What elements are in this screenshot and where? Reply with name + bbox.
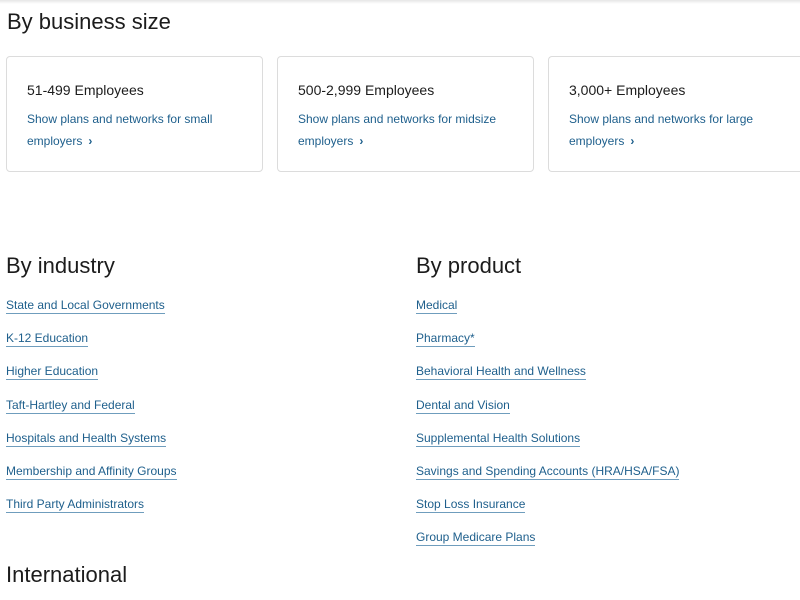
card-link-text[interactable]: Show plans and networks for small employ… [27,112,212,148]
midsize-employers-card[interactable]: 500-2,999 Employees Show plans and netwo… [277,56,534,172]
card-link-text[interactable]: Show plans and networks for large employ… [569,112,753,148]
product-link-group-medicare-plans[interactable]: Group Medicare Plans [416,530,536,547]
list-item: Medical [416,297,679,330]
card-title: 3,000+ Employees [569,82,686,98]
list-item: Stop Loss Insurance [416,496,679,529]
product-link-supplemental-health[interactable]: Supplemental Health Solutions [416,430,581,447]
chevron-right-icon: › [630,134,635,148]
large-employers-link[interactable]: Show plans and networks for large employ… [569,108,784,152]
international-heading: International [6,562,128,587]
list-item: Savings and Spending Accounts (HRA/HSA/F… [416,463,680,496]
large-employers-card[interactable]: 3,000+ Employees Show plans and networks… [548,56,800,172]
product-link-dental-vision[interactable]: Dental and Vision [416,397,510,414]
chevron-right-icon: › [88,134,93,148]
product-link-savings-spending-accounts[interactable]: Savings and Spending Accounts (HRA/HSA/F… [416,463,680,480]
industry-link-k12-education[interactable]: K-12 Education [6,331,89,348]
business-size-heading: By business size [7,9,171,34]
industry-link-hospitals-health-systems[interactable]: Hospitals and Health Systems [6,430,167,447]
product-link-behavioral-health[interactable]: Behavioral Health and Wellness [416,364,586,381]
list-item: Hospitals and Health Systems [6,430,177,463]
chevron-right-icon: › [359,134,364,148]
card-link-text[interactable]: Show plans and networks for midsize empl… [298,112,496,148]
industry-link-list: State and Local Governments K-12 Educati… [6,297,177,529]
list-item: Membership and Affinity Groups [6,463,177,496]
card-title: 51-499 Employees [27,82,144,98]
product-link-stop-loss-insurance[interactable]: Stop Loss Insurance [416,497,526,514]
list-item: State and Local Governments [6,297,177,330]
industry-link-third-party-administrators[interactable]: Third Party Administrators [6,497,145,514]
industry-link-state-local-governments[interactable]: State and Local Governments [6,298,165,314]
list-item: Supplemental Health Solutions [416,430,679,463]
list-item: Higher Education [6,363,177,396]
product-link-list: Medical Pharmacy* Behavioral Health and … [416,297,680,563]
list-item: Group Medicare Plans [416,529,679,562]
header-shadow [0,0,800,4]
industry-heading: By industry [6,253,115,278]
list-item: Behavioral Health and Wellness [416,363,679,396]
industry-link-taft-hartley-federal[interactable]: Taft-Hartley and Federal [6,397,135,414]
midsize-employers-link[interactable]: Show plans and networks for midsize empl… [298,108,513,152]
industry-link-membership-affinity-groups[interactable]: Membership and Affinity Groups [6,463,177,480]
industry-link-higher-education[interactable]: Higher Education [6,364,99,381]
product-link-pharmacy[interactable]: Pharmacy* [416,331,475,348]
card-title: 500-2,999 Employees [298,82,435,98]
small-employers-card[interactable]: 51-499 Employees Show plans and networks… [6,56,263,172]
small-employers-link[interactable]: Show plans and networks for small employ… [27,108,242,152]
list-item: Pharmacy* [416,330,679,363]
list-item: Taft-Hartley and Federal [6,397,177,430]
list-item: Third Party Administrators [6,496,177,529]
product-link-medical[interactable]: Medical [416,298,458,314]
product-heading: By product [416,253,522,278]
list-item: K-12 Education [6,330,177,363]
list-item: Dental and Vision [416,397,679,430]
